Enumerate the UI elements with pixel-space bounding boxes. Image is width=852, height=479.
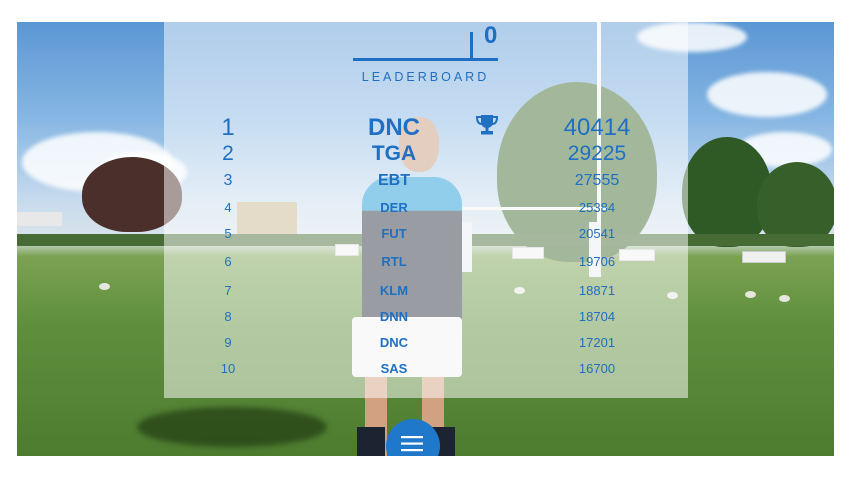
player-name: DNN xyxy=(379,309,409,324)
player-name: SAS xyxy=(380,361,408,376)
player-score: 25384 xyxy=(578,200,616,215)
player-score: 29225 xyxy=(567,142,627,165)
rank: 4 xyxy=(224,200,232,215)
rank: 9 xyxy=(224,335,232,350)
player-shadow xyxy=(137,407,327,447)
rank: 1 xyxy=(221,114,235,141)
player-name: FUT xyxy=(381,226,407,241)
score-divider-horizontal xyxy=(353,58,498,61)
player-name: DNC xyxy=(368,114,420,141)
rank: 3 xyxy=(223,172,233,189)
rugby-ball xyxy=(99,283,110,290)
sponsor-board xyxy=(742,251,786,263)
rank: 2 xyxy=(222,142,234,165)
player-score: 18704 xyxy=(578,309,616,324)
hamburger-menu-icon[interactable] xyxy=(401,436,423,452)
player-name: DNC xyxy=(379,335,409,350)
cloud xyxy=(707,72,827,117)
player-name: DER xyxy=(380,200,408,215)
rank: 6 xyxy=(224,254,232,269)
score-divider-vertical xyxy=(470,32,473,59)
player-score: 16700 xyxy=(578,361,616,376)
player-name: KLM xyxy=(379,283,409,298)
leaderboard-title: LEADERBOARD xyxy=(361,70,490,84)
rank: 5 xyxy=(224,226,232,241)
player-score: 27555 xyxy=(574,172,620,189)
rugby-ball xyxy=(745,291,756,298)
player-name: EBT xyxy=(378,172,410,189)
rank: 7 xyxy=(224,283,232,298)
player-score: 17201 xyxy=(578,335,616,350)
trophy-icon xyxy=(475,115,499,135)
player-score: 40414 xyxy=(563,114,631,141)
player-name: RTL xyxy=(381,254,407,269)
current-score: 0 xyxy=(484,22,498,49)
rank: 10 xyxy=(220,361,236,376)
player-score: 20541 xyxy=(578,226,616,241)
player-score: 19706 xyxy=(578,254,616,269)
building xyxy=(17,212,62,226)
player-score: 18871 xyxy=(578,283,616,298)
rugby-ball xyxy=(779,295,790,302)
rank: 8 xyxy=(224,309,232,324)
player-sock xyxy=(357,427,385,456)
player-name: TGA xyxy=(371,142,417,165)
